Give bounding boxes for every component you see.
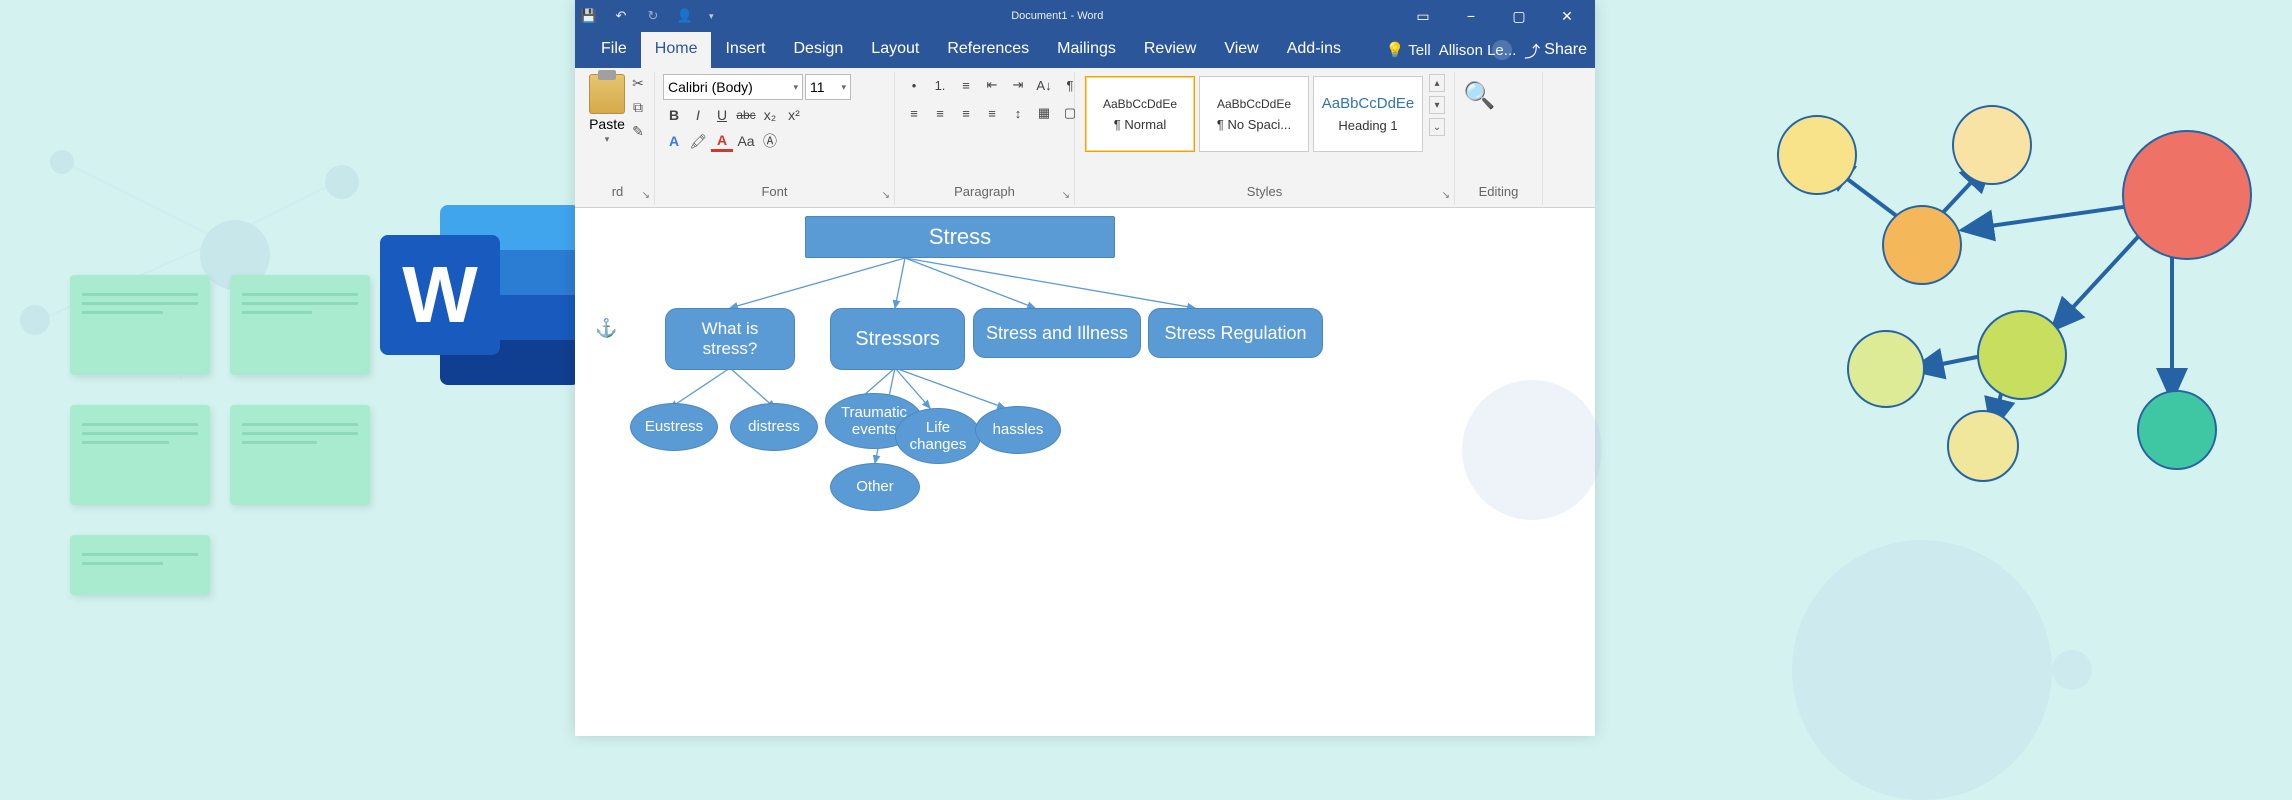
node-stressors[interactable]: Stressors [830, 308, 965, 370]
styles-down-button[interactable]: ▾ [1429, 96, 1445, 114]
node-eustress[interactable]: Eustress [630, 403, 718, 451]
bold-button[interactable]: B [663, 104, 685, 126]
align-left-button[interactable]: ≡ [903, 102, 925, 124]
styles-up-button[interactable]: ▴ [1429, 74, 1445, 92]
tab-addins[interactable]: Add-ins [1273, 32, 1355, 68]
sticky-note [70, 275, 210, 375]
highlight-button[interactable]: 🖍 [687, 130, 709, 152]
word-w-icon: W [380, 235, 500, 355]
word-window: 💾 ↶ ↻ 👤 ▾ Document1 - Word ▭ − ▢ ✕ File … [575, 0, 1595, 736]
group-paragraph: • 1. ≡ ⇤ ⇥ A↓ ¶ ≡ ≡ ≡ ≡ ↕ ▦ ▢ [895, 72, 1075, 205]
tab-review[interactable]: Review [1130, 32, 1210, 68]
document-canvas[interactable]: ⚓ Stress What is stress? Stressors Stres… [575, 208, 1595, 736]
group-label: Styles [1083, 181, 1446, 203]
tab-home[interactable]: Home [641, 32, 712, 68]
sticky-note [230, 275, 370, 375]
clear-formatting-button[interactable]: Ⓐ [759, 130, 781, 152]
sticky-note [230, 405, 370, 505]
node-stress-regulation[interactable]: Stress Regulation [1148, 308, 1323, 358]
word-logo: W [380, 205, 580, 385]
group-label: Font [663, 181, 886, 203]
dialog-launcher-icon[interactable]: ↘ [642, 190, 650, 201]
subscript-button[interactable]: x₂ [759, 104, 781, 126]
bulb-icon: 💡 [1386, 41, 1405, 59]
dialog-launcher-icon[interactable]: ↘ [1442, 190, 1450, 201]
bg-network-right [1452, 20, 2292, 720]
sticky-note [70, 535, 210, 595]
numbering-button[interactable]: 1. [929, 74, 951, 96]
paste-icon [589, 74, 625, 114]
font-size-select[interactable]: 11▾ [805, 74, 851, 100]
dialog-launcher-icon[interactable]: ↘ [1062, 190, 1070, 201]
node-what-is-stress[interactable]: What is stress? [665, 308, 795, 370]
group-label: rd [589, 181, 646, 203]
tab-references[interactable]: References [933, 32, 1043, 68]
tell-me[interactable]: 💡Tell [1386, 41, 1431, 59]
styles-more-button[interactable]: ⌄ [1429, 118, 1445, 136]
italic-button[interactable]: I [687, 104, 709, 126]
connectors [575, 208, 1595, 736]
paste-button[interactable]: Paste ▾ [589, 74, 625, 145]
tab-mailings[interactable]: Mailings [1043, 32, 1130, 68]
tab-view[interactable]: View [1210, 32, 1272, 68]
ribbon-options-button[interactable]: ▭ [1401, 2, 1445, 30]
font-color-button[interactable]: A [711, 130, 733, 152]
tab-layout[interactable]: Layout [857, 32, 933, 68]
copy-button[interactable]: ⧉ [629, 98, 647, 116]
ribbon: Paste ▾ ✂ ⧉ ✎ rd ↘ Calibri (Body)▾ 11▾ [575, 68, 1595, 208]
ribbon-tabs: File Home Insert Design Layout Reference… [575, 32, 1595, 68]
align-right-button[interactable]: ≡ [955, 102, 977, 124]
group-font: Calibri (Body)▾ 11▾ B I U abc x₂ x² A 🖍 … [655, 72, 895, 205]
user-icon[interactable]: 👤 [677, 8, 693, 24]
format-painter-button[interactable]: ✎ [629, 122, 647, 140]
sticky-note [70, 405, 210, 505]
titlebar: 💾 ↶ ↻ 👤 ▾ Document1 - Word ▭ − ▢ ✕ [575, 0, 1595, 32]
change-case-button[interactable]: Aa [735, 130, 757, 152]
tab-insert[interactable]: Insert [711, 32, 779, 68]
anchor-icon: ⚓ [595, 318, 617, 339]
shading-button[interactable]: ▦ [1033, 102, 1055, 124]
node-other[interactable]: Other [830, 463, 920, 511]
increase-indent-button[interactable]: ⇥ [1007, 74, 1029, 96]
style-normal[interactable]: AaBbCcDdEe ¶ Normal [1085, 76, 1195, 152]
multilevel-button[interactable]: ≡ [955, 74, 977, 96]
group-styles: AaBbCcDdEe ¶ Normal AaBbCcDdEe ¶ No Spac… [1075, 72, 1455, 205]
save-icon[interactable]: 💾 [581, 8, 597, 24]
strikethrough-button[interactable]: abc [735, 104, 757, 126]
undo-icon[interactable]: ↶ [613, 8, 629, 24]
decrease-indent-button[interactable]: ⇤ [981, 74, 1003, 96]
line-spacing-button[interactable]: ↕ [1007, 102, 1029, 124]
bullets-button[interactable]: • [903, 74, 925, 96]
tab-design[interactable]: Design [779, 32, 857, 68]
align-center-button[interactable]: ≡ [929, 102, 951, 124]
node-distress[interactable]: distress [730, 403, 818, 451]
font-name-select[interactable]: Calibri (Body)▾ [663, 74, 803, 100]
redo-icon[interactable]: ↻ [645, 8, 661, 24]
group-label: Paragraph [903, 181, 1066, 203]
dialog-launcher-icon[interactable]: ↘ [882, 190, 890, 201]
style-no-spacing[interactable]: AaBbCcDdEe ¶ No Spaci... [1199, 76, 1309, 152]
node-life-changes[interactable]: Life changes [895, 408, 981, 464]
underline-button[interactable]: U [711, 104, 733, 126]
tab-file[interactable]: File [587, 32, 641, 68]
superscript-button[interactable]: x² [783, 104, 805, 126]
node-stress[interactable]: Stress [805, 216, 1115, 258]
document-title: Document1 - Word [714, 10, 1401, 22]
sort-button[interactable]: A↓ [1033, 74, 1055, 96]
cut-button[interactable]: ✂ [629, 74, 647, 92]
group-clipboard: Paste ▾ ✂ ⧉ ✎ rd ↘ [581, 72, 655, 205]
node-stress-illness[interactable]: Stress and Illness [973, 308, 1141, 358]
style-heading1[interactable]: AaBbCcDdEe Heading 1 [1313, 76, 1423, 152]
justify-button[interactable]: ≡ [981, 102, 1003, 124]
text-effects-button[interactable]: A [663, 130, 685, 152]
node-hassles[interactable]: hassles [975, 406, 1061, 454]
